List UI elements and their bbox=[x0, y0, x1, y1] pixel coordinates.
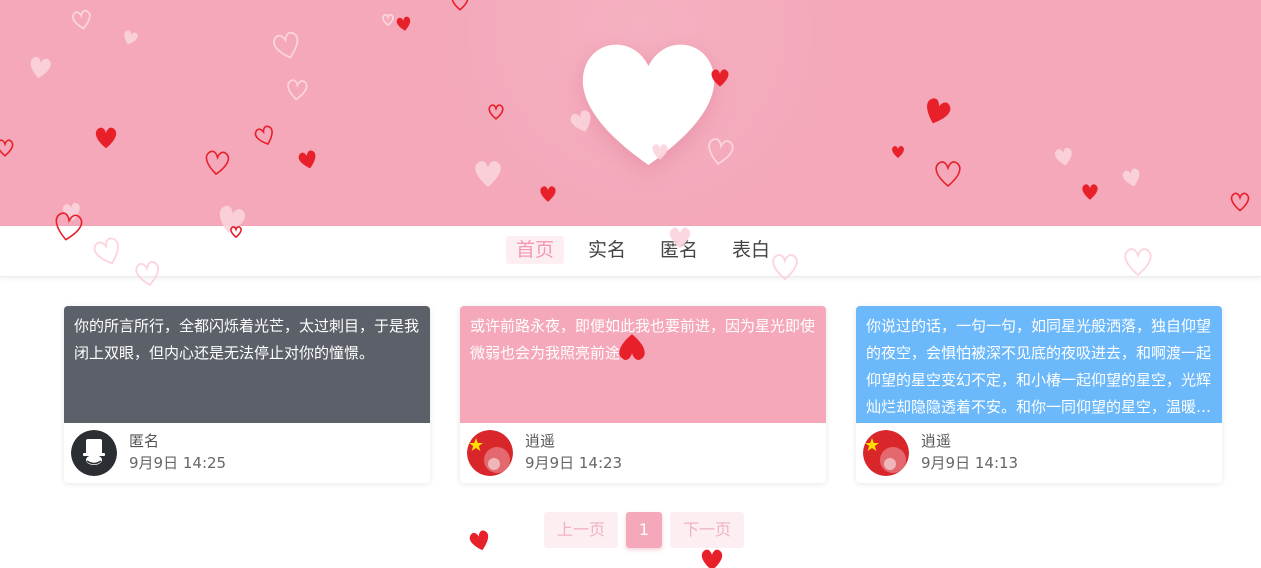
nav-item-anonymous[interactable]: 匿名 bbox=[650, 236, 708, 264]
banner bbox=[0, 0, 1261, 226]
post-footer: 逍遥 9月9日 14:23 bbox=[460, 423, 826, 483]
prev-page-button[interactable]: 上一页 bbox=[544, 512, 619, 548]
nav-item-confession[interactable]: 表白 bbox=[722, 236, 780, 264]
post-content: 你的所言所行，全都闪烁着光芒，太过刺目，于是我闭上双眼，但内心还是无法停止对你的… bbox=[74, 317, 420, 362]
post-author: 逍遥 bbox=[921, 432, 952, 450]
post-time: 9月9日 14:23 bbox=[525, 454, 623, 472]
pagination: 上一页 1 下一页 bbox=[544, 512, 745, 548]
nav-item-home[interactable]: 首页 bbox=[506, 236, 565, 264]
post-content-area[interactable]: 你的所言所行，全都闪烁着光芒，太过刺目，于是我闭上双眼，但内心还是无法停止对你的… bbox=[64, 306, 430, 423]
post-card[interactable]: 你的所言所行，全都闪烁着光芒，太过刺目，于是我闭上双眼，但内心还是无法停止对你的… bbox=[64, 306, 430, 483]
page: 首页 实名 匿名 表白 你的所言所行，全都闪烁着光芒，太过刺目，于是我闭上双眼，… bbox=[0, 0, 1261, 568]
post-content: 或许前路永夜，即便如此我也要前进，因为星光即使微弱也会为我照亮前途。 bbox=[470, 317, 816, 362]
flag-avatar-icon bbox=[467, 430, 513, 476]
nav-item-real-name[interactable]: 实名 bbox=[578, 236, 636, 264]
flag-avatar-icon bbox=[863, 430, 909, 476]
post-footer: 逍遥 9月9日 14:13 bbox=[856, 423, 1222, 483]
post-card[interactable]: 你说过的话，一句一句，如同星光般洒落，独自仰望的夜空，会惧怕被深不见底的夜吸进去… bbox=[856, 306, 1222, 483]
post-time: 9月9日 14:13 bbox=[921, 454, 1019, 472]
anonymous-avatar-icon bbox=[71, 430, 117, 476]
heart-icon bbox=[469, 530, 489, 551]
post-card[interactable]: 或许前路永夜，即便如此我也要前进，因为星光即使微弱也会为我照亮前途。 逍遥 9月… bbox=[460, 306, 826, 483]
post-author: 匿名 bbox=[129, 432, 160, 450]
post-footer: 匿名 9月9日 14:25 bbox=[64, 423, 430, 483]
next-page-button[interactable]: 下一页 bbox=[670, 512, 745, 548]
post-content-area[interactable]: 你说过的话，一句一句，如同星光般洒落，独自仰望的夜空，会惧怕被深不见底的夜吸进去… bbox=[856, 306, 1222, 423]
post-content: 你说过的话，一句一句，如同星光般洒落，独自仰望的夜空，会惧怕被深不见底的夜吸进去… bbox=[866, 317, 1212, 416]
heart-icon bbox=[582, 44, 715, 166]
heart-icon bbox=[701, 549, 723, 568]
post-time: 9月9日 14:25 bbox=[129, 454, 227, 472]
nav-menu: 首页 实名 匿名 表白 bbox=[506, 236, 780, 264]
post-author: 逍遥 bbox=[525, 432, 556, 450]
top-navigation: 首页 实名 匿名 表白 bbox=[0, 226, 1261, 277]
post-content-area[interactable]: 或许前路永夜，即便如此我也要前进，因为星光即使微弱也会为我照亮前途。 bbox=[460, 306, 826, 423]
page-number-button[interactable]: 1 bbox=[626, 512, 663, 548]
